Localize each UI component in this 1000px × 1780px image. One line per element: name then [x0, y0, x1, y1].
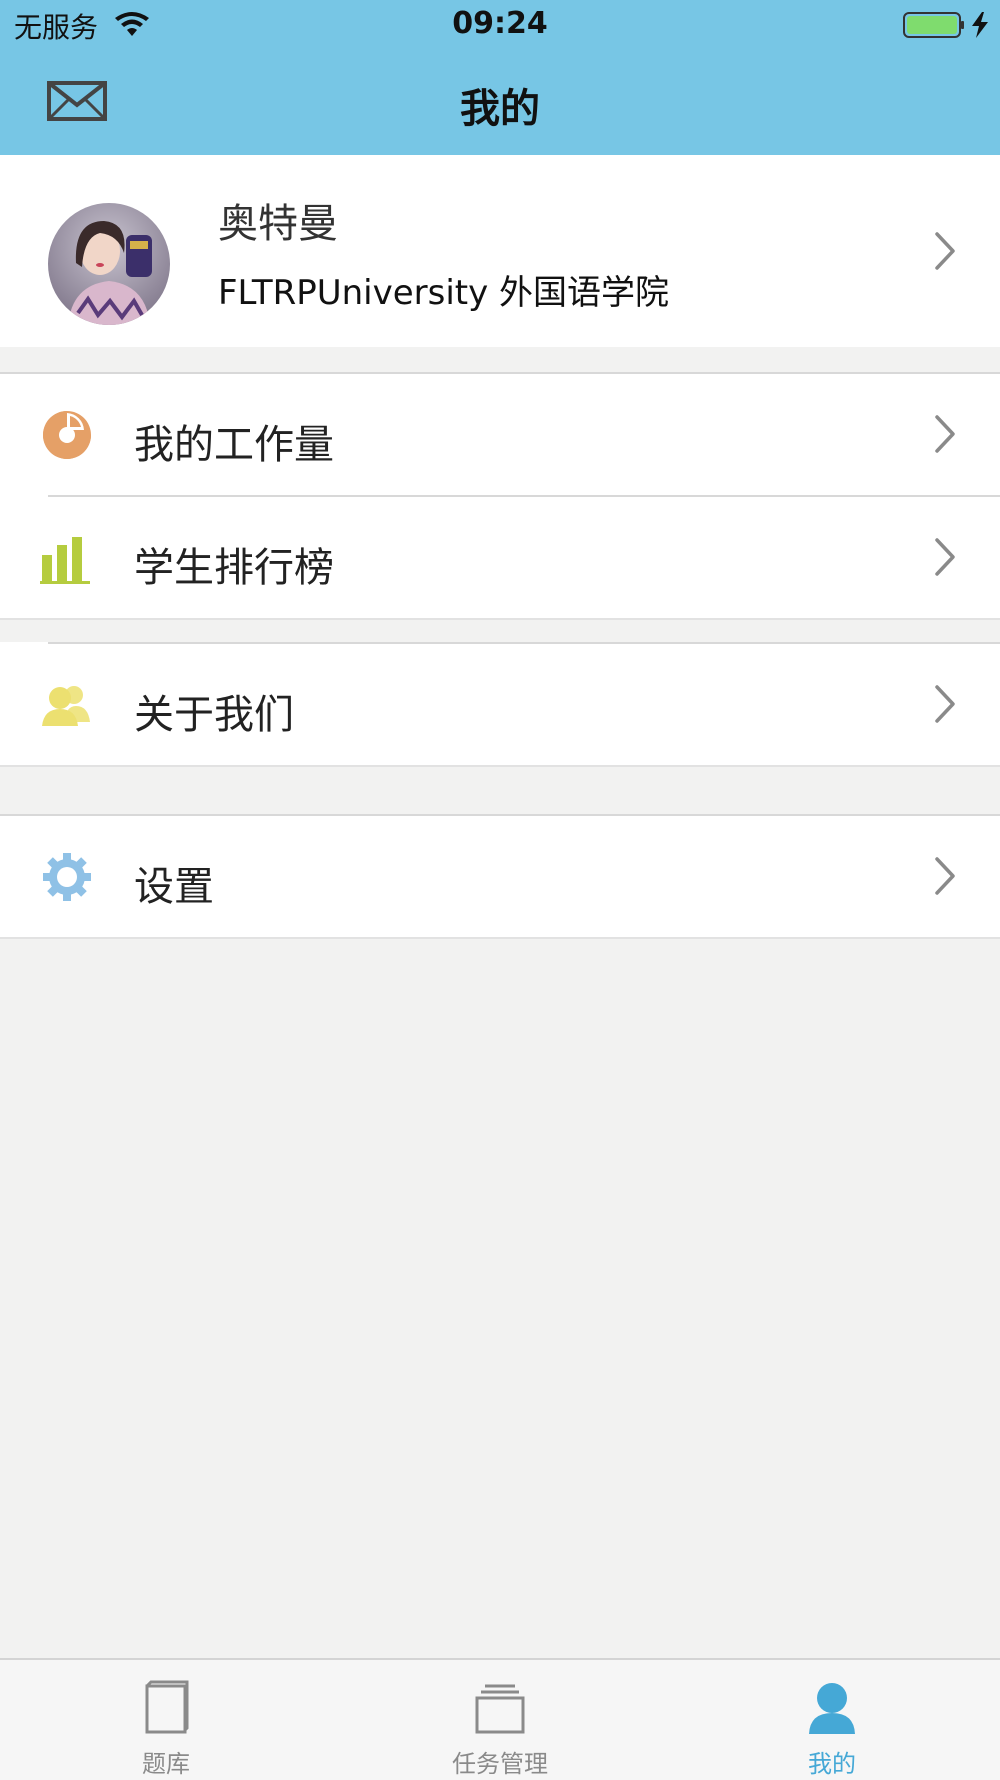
profile-name: 奥特曼 [218, 201, 338, 247]
gear-icon [43, 853, 91, 901]
tab-task-management[interactable]: 任务管理 [400, 1660, 600, 1780]
menu-item-ranking[interactable]: 学生排行榜 [40, 495, 1000, 618]
chevron-right-icon [935, 538, 955, 576]
menu-label-workload: 我的工作量 [134, 422, 334, 468]
menu-group-stats: 我的工作量 学生排行榜 [0, 372, 1000, 620]
chevron-right-icon [935, 857, 955, 895]
tab-label-task-management: 任务管理 [452, 1750, 548, 1778]
nav-bar: 我的 [0, 50, 1000, 155]
menu-item-about[interactable]: 关于我们 [42, 642, 1000, 765]
menu-item-workload[interactable]: 我的工作量 [0, 374, 1000, 495]
stack-icon [475, 1684, 525, 1734]
menu-label-about: 关于我们 [134, 692, 294, 738]
menu-label-settings: 设置 [134, 864, 214, 910]
profile-card[interactable]: 奥特曼 FLTRPUniversity 外国语学院 [0, 155, 1000, 347]
battery-icon [903, 12, 988, 38]
chevron-right-icon [935, 685, 955, 723]
tab-label-mine: 我的 [808, 1750, 856, 1778]
header: 无服务 09:24 我的 [0, 0, 1000, 155]
profile-organization: FLTRPUniversity 外国语学院 [218, 273, 670, 313]
status-time: 09:24 [452, 6, 548, 41]
status-bar: 无服务 09:24 [0, 0, 1000, 50]
menu-item-settings[interactable]: 设置 [0, 816, 1000, 937]
page-title: 我的 [460, 86, 540, 132]
person-icon [809, 1683, 855, 1734]
avatar [48, 203, 170, 325]
bar-chart-icon [40, 537, 90, 584]
tab-question-bank[interactable]: 题库 [66, 1660, 266, 1780]
people-icon [42, 686, 90, 726]
tab-bar: 题库 任务管理 我的 [0, 1658, 1000, 1780]
chevron-right-icon [935, 415, 955, 453]
pie-chart-icon [43, 411, 91, 459]
menu-label-ranking: 学生排行榜 [134, 545, 334, 591]
book-icon [145, 1680, 189, 1734]
tab-label-question-bank: 题库 [142, 1750, 190, 1778]
chevron-right-icon [935, 232, 955, 270]
menu-group-about: 关于我们 [0, 642, 1000, 767]
menu-group-settings: 设置 [0, 814, 1000, 939]
tab-mine[interactable]: 我的 [732, 1660, 932, 1780]
